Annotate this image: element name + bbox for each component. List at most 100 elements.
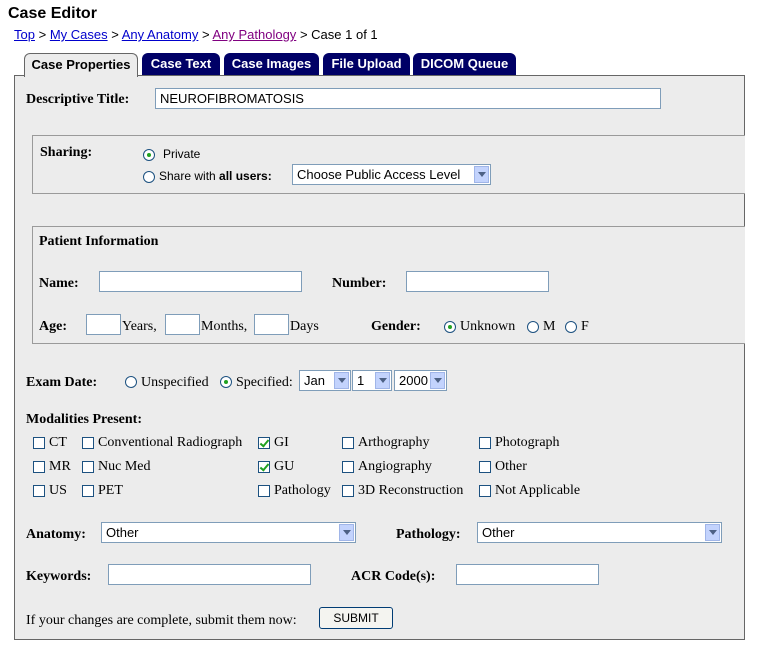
sharing-private-label: Private <box>163 147 201 161</box>
age-days-input[interactable] <box>254 314 289 335</box>
modality-angiography-label: Angiography <box>358 459 432 474</box>
breadcrumb-separator: > <box>111 27 119 42</box>
sharing-public-label: Share with all users: <box>159 169 272 183</box>
modality-gu-label: GU <box>274 459 295 474</box>
modality-nuc-med-label: Nuc Med <box>98 459 151 474</box>
years-label: Years, <box>122 319 157 334</box>
exam-date-unspecified-label: Unspecified <box>141 375 209 390</box>
sharing-public-label-text: Share with <box>159 169 220 183</box>
tab-case-images[interactable]: Case Images <box>224 53 319 75</box>
modality-gu-checkbox[interactable] <box>258 461 270 473</box>
gender-m-label: M <box>543 319 556 334</box>
breadcrumb-current: Case 1 of 1 <box>311 27 378 42</box>
breadcrumb: Top > My Cases > Any Anatomy > Any Patho… <box>14 27 378 42</box>
patient-name-input[interactable] <box>99 271 302 292</box>
exam-month-value: Jan <box>304 373 325 388</box>
exam-year-value: 2000 <box>399 373 428 388</box>
pathology-select[interactable]: Other <box>477 522 722 543</box>
modality-not-applicable-checkbox[interactable] <box>479 485 491 497</box>
descriptive-title-input[interactable]: NEUROFIBROMATOSIS <box>155 88 661 109</box>
tab-dicom-queue[interactable]: DICOM Queue <box>413 53 516 75</box>
exam-date-specified-radio[interactable] <box>220 376 232 388</box>
modality-3d-reconstruction-label: 3D Reconstruction <box>358 483 464 498</box>
modality-arthography-checkbox[interactable] <box>342 437 354 449</box>
modality-mr-label: MR <box>49 459 71 474</box>
public-access-level-select[interactable]: Choose Public Access Level <box>292 164 491 185</box>
gender-m-radio[interactable] <box>527 321 539 333</box>
age-years-input[interactable] <box>86 314 121 335</box>
breadcrumb-separator: > <box>299 27 308 42</box>
exam-day-value: 1 <box>357 373 365 388</box>
exam-year-select[interactable]: 2000 <box>394 370 447 391</box>
tab-case-properties[interactable]: Case Properties <box>24 53 138 77</box>
gender-unknown-radio[interactable] <box>444 321 456 333</box>
patient-information-heading: Patient Information <box>39 234 159 249</box>
modality-us-label: US <box>49 483 67 498</box>
tab-case-text[interactable]: Case Text <box>142 53 220 75</box>
sharing-label: Sharing: <box>40 145 93 160</box>
gender-unknown-label: Unknown <box>460 319 516 334</box>
modality-conventional-radiograph-checkbox[interactable] <box>82 437 94 449</box>
age-label: Age: <box>39 319 67 334</box>
modality-pathology-label: Pathology <box>274 483 331 498</box>
modality-us-checkbox[interactable] <box>33 485 45 497</box>
sharing-public-radio[interactable] <box>143 171 155 183</box>
modality-pet-checkbox[interactable] <box>82 485 94 497</box>
gender-label: Gender: <box>371 319 421 334</box>
acr-codes-input[interactable] <box>456 564 599 585</box>
modality-other-label: Other <box>495 459 527 474</box>
modality-angiography-checkbox[interactable] <box>342 461 354 473</box>
chevron-down-icon <box>339 524 354 541</box>
chevron-down-icon <box>334 372 349 389</box>
keywords-input[interactable] <box>108 564 311 585</box>
modality-3d-reconstruction-checkbox[interactable] <box>342 485 354 497</box>
keywords-label: Keywords: <box>26 569 92 584</box>
breadcrumb-anatomy-link[interactable]: Any Anatomy <box>122 27 199 42</box>
modality-photograph-checkbox[interactable] <box>479 437 491 449</box>
patient-number-input[interactable] <box>406 271 549 292</box>
anatomy-select[interactable]: Other <box>101 522 356 543</box>
exam-date-specified-label: Specified: <box>236 375 293 390</box>
modalities-label: Modalities Present: <box>26 412 142 427</box>
anatomy-value: Other <box>106 525 139 540</box>
modality-mr-checkbox[interactable] <box>33 461 45 473</box>
patient-name-label: Name: <box>39 276 79 291</box>
descriptive-title-label: Descriptive Title: <box>26 92 130 107</box>
public-access-level-value: Choose Public Access Level <box>297 167 461 182</box>
sharing-public-label-bold: all users: <box>219 169 272 183</box>
days-label: Days <box>290 319 319 334</box>
breadcrumb-my-cases-link[interactable]: My Cases <box>50 27 108 42</box>
anatomy-label: Anatomy: <box>26 527 86 542</box>
tab-file-upload[interactable]: File Upload <box>323 53 410 75</box>
breadcrumb-separator: > <box>38 27 47 42</box>
acr-codes-label: ACR Code(s): <box>351 569 436 584</box>
modality-pathology-checkbox[interactable] <box>258 485 270 497</box>
breadcrumb-separator: > <box>201 27 210 42</box>
modality-photograph-label: Photograph <box>495 435 560 450</box>
modality-gi-checkbox[interactable] <box>258 437 270 449</box>
modality-gi-label: GI <box>274 435 289 450</box>
exam-date-unspecified-radio[interactable] <box>125 376 137 388</box>
submit-button[interactable]: SUBMIT <box>319 607 393 629</box>
chevron-down-icon <box>375 372 390 389</box>
gender-f-radio[interactable] <box>565 321 577 333</box>
breadcrumb-top-link[interactable]: Top <box>14 27 35 42</box>
breadcrumb-pathology-link[interactable]: Any Pathology <box>212 27 296 42</box>
page-title: Case Editor <box>8 5 97 22</box>
modality-arthography-label: Arthography <box>358 435 430 450</box>
chevron-down-icon <box>705 524 720 541</box>
exam-date-label: Exam Date: <box>26 375 98 390</box>
modality-nuc-med-checkbox[interactable] <box>82 461 94 473</box>
patient-number-label: Number: <box>332 276 387 291</box>
modality-ct-checkbox[interactable] <box>33 437 45 449</box>
pathology-label: Pathology: <box>396 527 461 542</box>
sharing-private-radio[interactable] <box>143 149 155 161</box>
pathology-value: Other <box>482 525 515 540</box>
age-months-input[interactable] <box>165 314 200 335</box>
exam-month-select[interactable]: Jan <box>299 370 351 391</box>
modality-conventional-radiograph-label: Conventional Radiograph <box>98 435 243 450</box>
modality-other-checkbox[interactable] <box>479 461 491 473</box>
exam-day-select[interactable]: 1 <box>352 370 392 391</box>
months-label: Months, <box>201 319 248 334</box>
modality-pet-label: PET <box>98 483 123 498</box>
